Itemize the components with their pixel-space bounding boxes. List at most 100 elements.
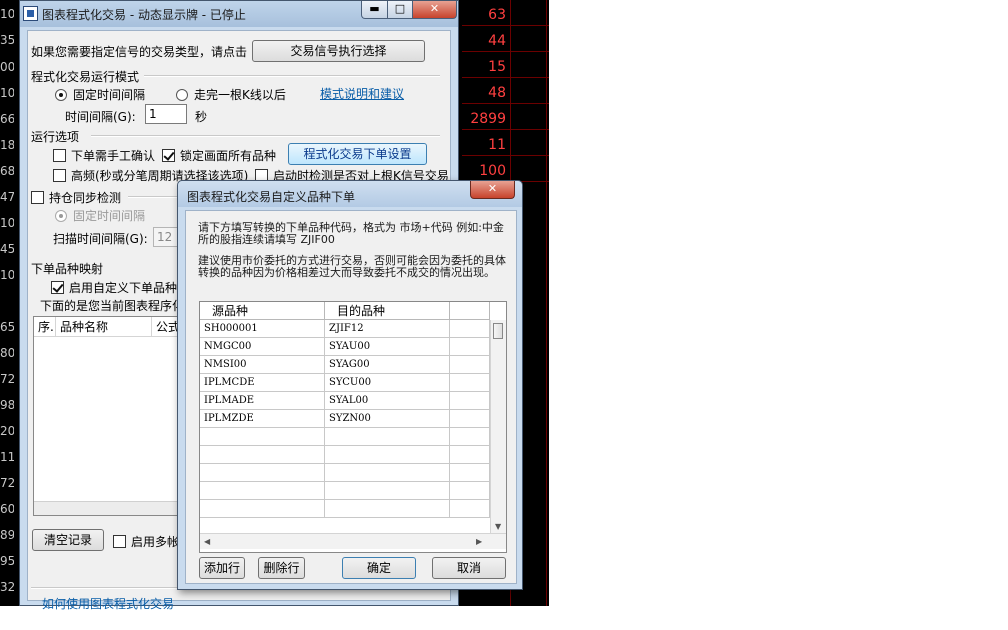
sync-fixed-option[interactable]: 固定时间间隔 — [55, 207, 145, 224]
empty-cell[interactable] — [325, 500, 450, 518]
delete-row-button[interactable]: 删除行 — [258, 557, 305, 579]
row-number: 89 — [0, 528, 14, 542]
empty-cell[interactable] — [450, 482, 490, 500]
instrument-mapping-grid[interactable]: 源品种 目的品种 SH000001 ZJIF12 NMGC00 SYAU00 N… — [199, 301, 507, 553]
horizontal-scrollbar[interactable]: ◀ ▶ — [200, 533, 506, 549]
lock-all-checkbox[interactable]: 锁定画面所有品种 — [162, 147, 276, 164]
empty-cell[interactable] — [325, 482, 450, 500]
empty-cell[interactable] — [325, 464, 450, 482]
maximize-icon: □ — [394, 2, 406, 15]
quote-column-divider — [546, 0, 547, 606]
row-number: 00 — [0, 60, 14, 74]
empty-cell[interactable] — [325, 446, 450, 464]
close-icon: ✕ — [487, 182, 498, 195]
column-header-name[interactable]: 品种名称 — [56, 317, 152, 337]
mapping-group-label: 下单品种映射 — [31, 262, 104, 276]
empty-cell[interactable] — [200, 428, 325, 446]
horizontal-scrollbar[interactable] — [34, 501, 182, 515]
row-number: 11 — [0, 450, 14, 464]
empty-cell[interactable] — [200, 482, 325, 500]
group-divider — [91, 135, 440, 137]
empty-cell[interactable] — [200, 464, 325, 482]
radio-icon — [176, 89, 188, 101]
scroll-down-arrow-icon[interactable]: ▼ — [495, 522, 501, 531]
row-number: 65 — [0, 320, 14, 334]
mode-help-link[interactable]: 模式说明和建议 — [320, 85, 404, 102]
quote-value: 63 — [488, 7, 506, 23]
quote-value: 11 — [488, 137, 506, 153]
blank-cell[interactable] — [450, 320, 490, 338]
vertical-scrollbar[interactable]: ▼ — [490, 320, 506, 533]
quote-value: 100 — [479, 163, 506, 179]
source-cell[interactable]: IPLMCDE — [200, 374, 325, 392]
blank-cell[interactable] — [450, 374, 490, 392]
signal-select-button[interactable]: 交易信号执行选择 — [252, 40, 425, 62]
column-header-target[interactable]: 目的品种 — [325, 302, 450, 320]
scroll-thumb[interactable] — [493, 323, 503, 339]
mapping-list[interactable]: 序. 品种名称 公式 — [33, 316, 184, 516]
checkbox-icon — [113, 535, 126, 548]
howto-link[interactable]: 如何使用图表程式化交易 — [42, 595, 174, 612]
minimize-icon: ▬ — [369, 2, 380, 15]
row-number: 80 — [0, 346, 14, 360]
blank-cell[interactable] — [450, 356, 490, 374]
empty-cell[interactable] — [450, 446, 490, 464]
target-cell[interactable]: SYAG00 — [325, 356, 450, 374]
row-number: 35 — [0, 33, 14, 47]
mode-fixed-option[interactable]: 固定时间间隔 — [55, 86, 145, 103]
source-cell[interactable]: SH000001 — [200, 320, 325, 338]
empty-cell[interactable] — [450, 500, 490, 518]
dialog-close-button[interactable]: ✕ — [470, 181, 515, 199]
target-cell[interactable]: SYCU00 — [325, 374, 450, 392]
interval-input[interactable]: 1 — [145, 104, 187, 124]
source-cell[interactable]: IPLMADE — [200, 392, 325, 410]
scroll-right-arrow-icon[interactable]: ▶ — [476, 537, 482, 546]
empty-cell[interactable] — [325, 428, 450, 446]
add-row-button[interactable]: 添加行 — [199, 557, 245, 579]
scan-interval-input[interactable]: 12 — [153, 227, 178, 247]
row-number: 10 — [0, 216, 14, 230]
empty-cell[interactable] — [200, 500, 325, 518]
title-bar[interactable]: 图表程式化交易 - 动态显示牌 - 已停止 ▬ □ ✕ — [20, 1, 458, 27]
empty-cell[interactable] — [450, 428, 490, 446]
quote-value: 2899 — [470, 111, 506, 127]
target-cell[interactable]: SYAL00 — [325, 392, 450, 410]
interval-label: 时间间隔(G): — [65, 110, 136, 124]
scroll-left-arrow-icon[interactable]: ◀ — [204, 537, 210, 546]
empty-cell[interactable] — [200, 446, 325, 464]
dialog-title-bar[interactable]: 图表程式化交易自定义品种下单 ✕ — [178, 181, 522, 207]
blank-cell[interactable] — [450, 410, 490, 428]
multi-account-checkbox[interactable]: 启用多帐 — [113, 533, 179, 550]
row-number: 60 — [0, 502, 14, 516]
close-icon: ✕ — [429, 2, 440, 15]
minimize-button[interactable]: ▬ — [361, 1, 388, 19]
row-number: 32 — [0, 580, 14, 594]
row-number: 45 — [0, 242, 14, 256]
order-settings-button[interactable]: 程式化交易下单设置 — [288, 143, 427, 165]
target-cell[interactable]: SYAU00 — [325, 338, 450, 356]
clear-records-button[interactable]: 清空记录 — [32, 529, 104, 551]
position-sync-checkbox[interactable]: 持仓同步检测 — [31, 189, 121, 206]
column-header-blank[interactable] — [450, 302, 490, 320]
blank-cell[interactable] — [450, 392, 490, 410]
ok-button[interactable]: 确定 — [342, 557, 416, 579]
format-note: 请下方填写转换的下单品种代码，格式为 市场+代码 例如:中金所的股指连续请填写 … — [198, 221, 504, 246]
blank-cell[interactable] — [450, 338, 490, 356]
source-cell[interactable]: NMSI00 — [200, 356, 325, 374]
enable-custom-checkbox[interactable]: 启用自定义下单品种 — [51, 279, 177, 296]
column-header-source[interactable]: 源品种 — [200, 302, 325, 320]
target-cell[interactable]: ZJIF12 — [325, 320, 450, 338]
target-cell[interactable]: SYZN00 — [325, 410, 450, 428]
checkbox-checked-icon — [162, 149, 175, 162]
group-divider — [128, 196, 178, 198]
empty-cell[interactable] — [450, 464, 490, 482]
column-header-seq[interactable]: 序. — [34, 317, 56, 337]
cancel-button[interactable]: 取消 — [432, 557, 506, 579]
manual-confirm-checkbox[interactable]: 下单需手工确认 — [53, 147, 155, 164]
source-cell[interactable]: IPLMZDE — [200, 410, 325, 428]
source-cell[interactable]: NMGC00 — [200, 338, 325, 356]
close-button[interactable]: ✕ — [412, 1, 457, 19]
mode-after-k-option[interactable]: 走完一根K线以后 — [176, 86, 286, 103]
mode-group-label: 程式化交易运行模式 — [31, 70, 140, 84]
maximize-button[interactable]: □ — [387, 1, 413, 19]
